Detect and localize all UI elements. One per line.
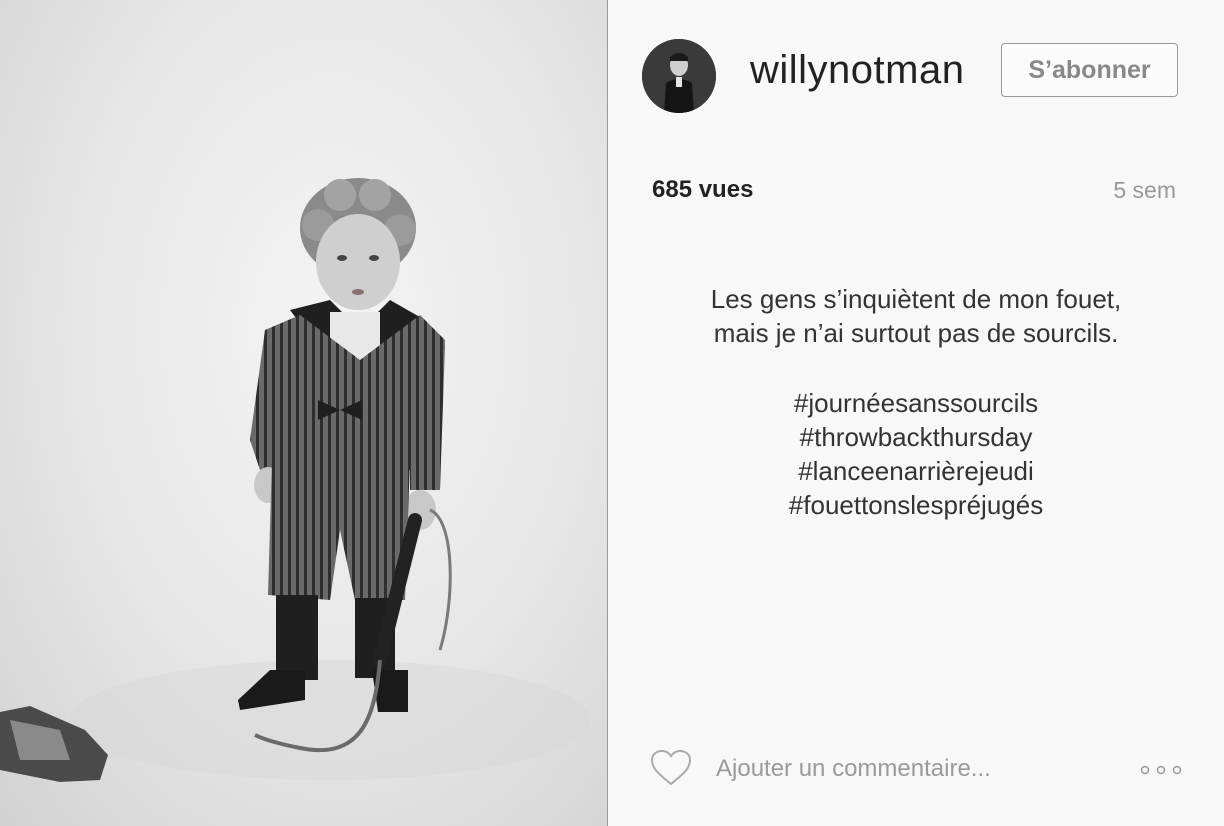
post-photo[interactable] [0, 0, 607, 826]
follow-button[interactable]: S’abonner [1001, 43, 1178, 97]
avatar-portrait-icon [642, 39, 716, 113]
comment-input[interactable] [716, 752, 1116, 786]
hashtag-link[interactable]: #journéesanssourcils [608, 386, 1224, 420]
post-caption: Les gens s’inquiètent de mon fouet, mais… [608, 282, 1224, 522]
more-options-icon[interactable] [1138, 763, 1184, 777]
child-with-whip-photo [0, 178, 590, 782]
post-timestamp: 5 sem [1113, 177, 1176, 203]
view-count: 685 vues [652, 176, 754, 203]
hashtag-link[interactable]: #throwbackthursday [608, 420, 1224, 454]
hashtag-link[interactable]: #fouettonslespréjugés [608, 488, 1224, 522]
heart-icon[interactable] [650, 749, 692, 787]
post-details-panel: willynotman S’abonner 685 vues 5 sem Les… [608, 0, 1224, 826]
caption-line: mais je n’ai surtout pas de sourcils. [713, 318, 1119, 348]
hashtag-link[interactable]: #lanceenarrièrejeudi [608, 454, 1224, 488]
username[interactable]: willynotman [750, 48, 964, 93]
caption-line: Les gens s’inquiètent de mon fouet, [710, 284, 1122, 314]
user-avatar[interactable] [642, 39, 716, 113]
